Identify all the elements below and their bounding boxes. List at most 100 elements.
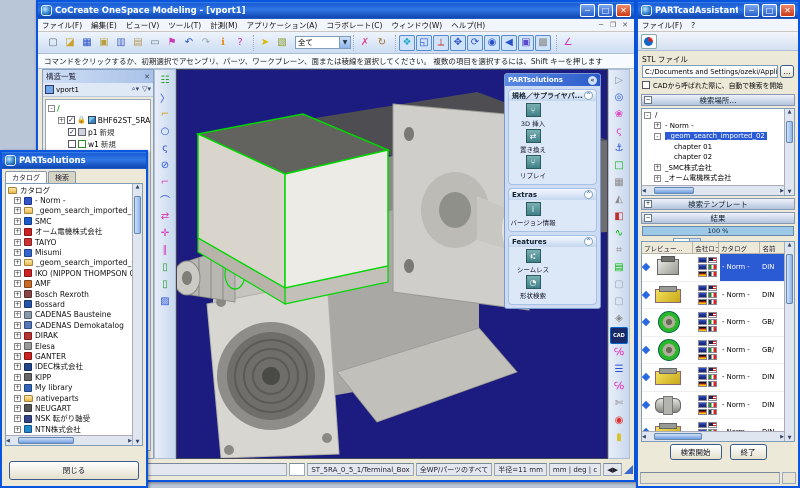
clamp-icon[interactable]: ⌗ (610, 242, 628, 259)
curve-icon[interactable]: ς (610, 123, 628, 140)
minimize-button[interactable]: ─ (580, 4, 595, 17)
expand-icon[interactable]: + (14, 218, 21, 225)
search-tree-vscrollbar[interactable]: ▲▼ (784, 109, 794, 195)
cylinder-icon[interactable]: ▮ (610, 429, 628, 446)
select-assembly-icon[interactable]: ▧ (274, 35, 290, 51)
tab-search[interactable]: 検索 (48, 171, 76, 183)
cad-active-icon[interactable]: CAD (610, 327, 628, 344)
parts-titlebar[interactable]: PARTsolutions (2, 152, 146, 169)
menu-item[interactable]: ツール(T) (168, 20, 201, 31)
palette-section-header[interactable]: Extras^ (509, 189, 596, 200)
replace-button[interactable]: ⇄置き換え (511, 129, 555, 154)
spline-icon[interactable]: ς (156, 140, 174, 157)
seamless-button[interactable]: ⑆シームレス (511, 249, 555, 274)
menu-item[interactable]: ビュー(V) (126, 20, 159, 31)
reorient-icon[interactable]: ↻ (374, 35, 390, 51)
search-template-header[interactable]: + 検索テンプレート (641, 198, 795, 210)
expand-icon[interactable]: + (14, 228, 21, 235)
corner-icon[interactable]: ⌐ (156, 174, 174, 191)
expand-icon[interactable]: + (14, 363, 21, 370)
print-icon[interactable]: ▭ (147, 35, 163, 51)
catalog-item[interactable]: +NEUGART (6, 403, 132, 413)
trim-icon[interactable]: ⇄ (156, 208, 174, 225)
result-row[interactable]: - Norm -DIN (642, 364, 784, 392)
menu-item[interactable]: 計測(M) (210, 20, 237, 31)
catalog-item[interactable]: +Bossard (6, 299, 132, 309)
search-tree-item[interactable]: +_オーム電機株式会社 (644, 173, 784, 184)
hatch-icon[interactable]: ▨ (156, 293, 174, 310)
menu-item[interactable]: コラボレート(C) (326, 20, 382, 31)
status-nav-arrows[interactable]: ◀▶ (603, 463, 622, 476)
collapse-icon[interactable]: « (588, 76, 597, 85)
assistant-resize-box[interactable] (782, 472, 796, 484)
collapse-icon[interactable]: - (644, 112, 651, 119)
menu-item[interactable]: ウィンドウ(W) (391, 20, 442, 31)
catalog-item[interactable]: +DIRAK (6, 330, 132, 340)
arc-icon[interactable]: ⌒ (156, 191, 174, 208)
expand-icon[interactable]: + (14, 415, 21, 422)
catalog-item[interactable]: +My library (6, 382, 132, 392)
collapse-box-icon[interactable]: − (644, 96, 652, 104)
expand-icon[interactable]: + (654, 122, 661, 129)
expand-icon[interactable]: + (14, 207, 21, 214)
resize-grip[interactable] (624, 465, 633, 474)
filter-icon[interactable]: ▽▾ (142, 85, 151, 94)
search-tree-child[interactable]: chapter 01 (644, 142, 784, 153)
menu-item[interactable]: 編集(E) (91, 20, 117, 31)
catalog-item[interactable]: +TAIYO (6, 237, 132, 247)
structure-tree-item[interactable]: -/ (46, 102, 150, 114)
find-icon[interactable]: ⌕▾ (132, 85, 139, 94)
palette-titlebar[interactable]: PARTsolutions « (505, 74, 600, 86)
status-input[interactable] (289, 463, 305, 476)
table-vscrollbar[interactable]: ▲▼ (784, 242, 794, 441)
help-icon[interactable]: ? (232, 35, 248, 51)
card-icon[interactable]: ▤ (610, 259, 628, 276)
result-row[interactable]: - Norm -DIN (642, 282, 784, 310)
anchor-icon[interactable]: ⚓ (610, 140, 628, 157)
search-tree-item[interactable]: +_SMC株式会社 (644, 163, 784, 174)
collapse-icon[interactable]: - (654, 133, 661, 140)
add-geometry-icon[interactable]: ✛ (156, 225, 174, 242)
expand-box-icon[interactable]: + (644, 200, 652, 208)
ellipse-icon[interactable]: ⊘ (156, 157, 174, 174)
main-titlebar[interactable]: CoCreate OneSpace Modeling - [vport1] ─ … (38, 2, 634, 19)
search-tree-item[interactable]: -_geom_search_imported_02 (644, 131, 784, 142)
line-rect-icon[interactable]: ⌐ (156, 106, 174, 123)
open-icon[interactable]: ◪ (62, 35, 78, 51)
catalog-item[interactable]: +KIPP (6, 372, 132, 382)
rotate-view-icon[interactable]: ⟳ (467, 35, 483, 51)
undo-icon[interactable]: ↶ (181, 35, 197, 51)
start-search-button[interactable]: 検索開始 (670, 444, 722, 460)
catalog-item[interactable]: +CADENAS Demokatalog (6, 320, 132, 330)
expand-icon[interactable]: + (14, 270, 21, 277)
close-button[interactable]: ✕ (616, 4, 631, 17)
catalog-item[interactable]: +IDEC株式会社 (6, 362, 132, 372)
result-row[interactable]: - Norm -DIN (642, 254, 784, 282)
pan-icon[interactable]: ✥ (450, 35, 466, 51)
measure-icon[interactable]: ∠ (560, 35, 576, 51)
expand-icon[interactable]: + (14, 197, 21, 204)
expand-icon[interactable]: + (14, 384, 21, 391)
expand-icon[interactable]: + (14, 280, 21, 287)
info-icon[interactable]: ℹ (215, 35, 231, 51)
expand-icon[interactable]: + (14, 311, 21, 318)
previous-view-icon[interactable]: ◀ (501, 35, 517, 51)
catalog-item[interactable]: +_geom_search_imported_02_ (6, 206, 132, 216)
expand-icon[interactable]: + (654, 164, 661, 171)
expand-icon[interactable]: + (58, 117, 65, 124)
auto-search-checkbox[interactable] (642, 81, 650, 89)
close-icon[interactable]: ✕ (144, 73, 150, 81)
status-scope[interactable]: 全WP/パーツのすべて (416, 463, 493, 476)
structure-tree-item[interactable]: +✓🔒BHF62ST_5RA_0 (46, 114, 150, 126)
sketch-icon[interactable]: ❀ (610, 106, 628, 123)
version-info-button[interactable]: iバージョン情報 (511, 202, 555, 227)
collapse-box-icon-2[interactable]: − (644, 214, 652, 222)
new-file-icon[interactable]: ▢ (45, 35, 61, 51)
deselect-icon[interactable]: ✗ (357, 35, 373, 51)
catalog-item[interactable]: +GANTER (6, 351, 132, 361)
mdi-restore-icon[interactable]: ❐ (608, 21, 618, 29)
catalog-item[interactable]: +Bosch Rexroth (6, 289, 132, 299)
paste-icon[interactable]: ▤ (130, 35, 146, 51)
insert-3d-button[interactable]: ⑂3D 挿入 (511, 103, 555, 128)
collapse-icon[interactable]: - (48, 105, 55, 112)
